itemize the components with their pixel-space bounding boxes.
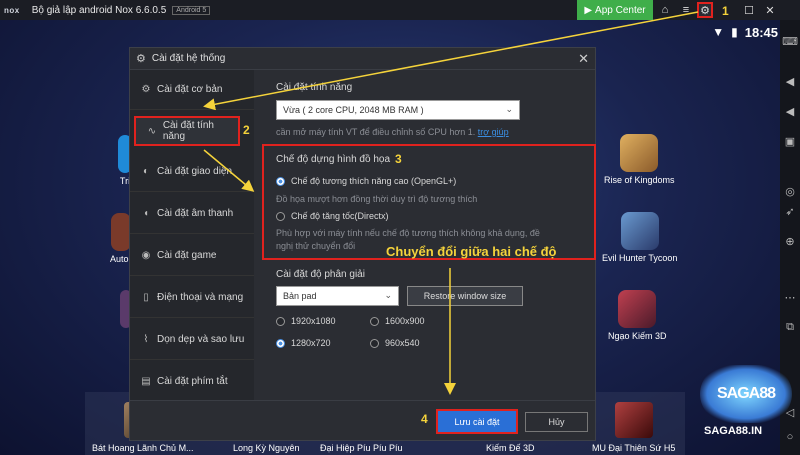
step-number-1: 1 [722,4,729,18]
saga88-logo-text: SAGA88 [716,385,776,402]
watermark-url: SAGA88.IN [704,425,763,437]
annotation-arrows [203,11,699,395]
arrow-2 [203,149,255,192]
step-number-2: 2 [243,123,250,137]
step-number-3: 3 [395,152,402,166]
step-number-4: 4 [421,412,428,426]
annotation-callout: Chuyển đổi giữa hai chế độ [386,244,557,259]
watermark: SAGA88 SAGA88.IN [700,365,792,445]
arrow-1 [203,11,699,111]
saga88-logo: SAGA88 [700,365,792,423]
